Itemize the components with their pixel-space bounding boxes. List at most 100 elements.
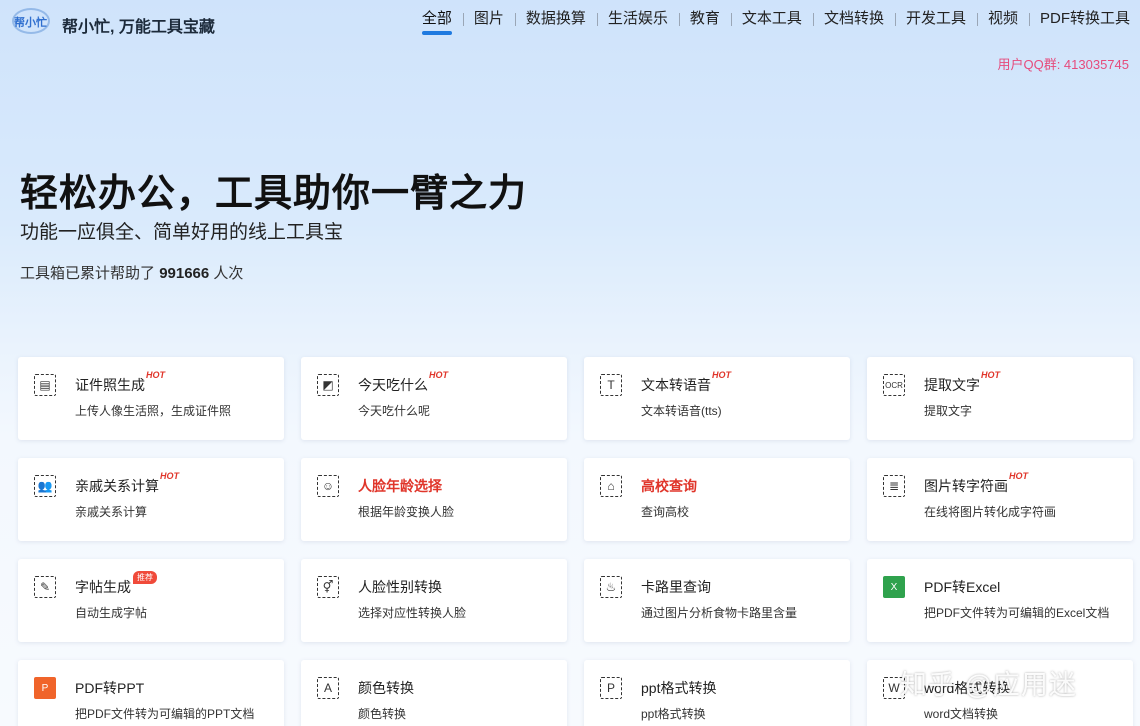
tool-description: word文档转换 — [924, 707, 999, 721]
qq-group-link[interactable]: 用户QQ群: 413035745 — [997, 54, 1129, 73]
tool-name-text: PDF转Excel — [924, 579, 1001, 595]
tool-description: 自动生成字帖 — [75, 606, 148, 620]
tool-description: 颜色转换 — [358, 707, 407, 721]
tool-name: ppt格式转换 — [641, 678, 716, 698]
tool-description: 把PDF文件转为可编辑的Excel文档 — [924, 606, 1110, 620]
nav-item[interactable]: 文本工具 — [730, 9, 813, 29]
tool-card[interactable]: ⌂ 高校查询查询高校 — [584, 458, 850, 541]
hot-badge: HOT — [712, 370, 731, 380]
site-title[interactable]: 帮小忙, 万能工具宝藏 — [62, 13, 215, 37]
gender-swap-icon: ⚥ — [317, 576, 339, 598]
tool-description: ppt格式转换 — [641, 707, 706, 721]
hot-badge: HOT — [160, 471, 179, 481]
color-convert-icon: A — [317, 677, 339, 699]
ppt-format-icon: P — [600, 677, 622, 699]
hot-badge: HOT — [981, 370, 1000, 380]
watermark: 知乎 @应用迷 — [900, 670, 1077, 700]
tool-card[interactable]: ☺ 人脸年龄选择 根据年龄变换人脸 — [301, 458, 567, 541]
tool-name-text: 证件照生成 — [75, 377, 145, 393]
tool-name: 卡路里查询 — [641, 577, 711, 597]
tool-name-text: 高校查询 — [641, 478, 697, 494]
calorie-icon: ♨ — [600, 576, 622, 598]
tool-description: 把PDF文件转为可编辑的PPT文档 — [75, 707, 255, 721]
recommend-badge: 推荐 — [133, 571, 157, 584]
pdf-excel-icon: X — [883, 576, 905, 598]
tool-name-text: 图片转字符画 — [924, 478, 1008, 494]
tool-name: 文本转语音HOT — [641, 370, 731, 395]
usage-counter-value: 991666 — [159, 265, 210, 282]
tool-name: 今天吃什么HOT — [358, 370, 448, 395]
tool-description: 今天吃什么呢 — [358, 404, 431, 418]
tool-description: 上传人像生活照，生成证件照 — [75, 404, 232, 418]
tool-name-text: ppt格式转换 — [641, 680, 717, 696]
tool-name-text: 文本转语音 — [641, 377, 711, 393]
tool-name: PDF转Excel — [924, 577, 1000, 597]
nav-item[interactable]: 生活娱乐 — [596, 9, 679, 29]
hero-subtitle: 功能一应俱全、简单好用的线上工具宝 — [20, 222, 344, 243]
tool-card[interactable]: ▤ 证件照生成HOT 上传人像生活照，生成证件照 — [18, 357, 284, 440]
tool-card[interactable]: ⚥ 人脸性别转换 选择对应性转换人脸 — [301, 559, 567, 642]
copybook-icon: ✎ — [34, 576, 56, 598]
tool-name: 颜色转换 — [358, 678, 414, 698]
nav-item[interactable]: 教育 — [678, 9, 731, 29]
tool-name: PDF转PPT — [75, 678, 144, 698]
tool-name-text: 今天吃什么 — [358, 377, 428, 393]
tool-card[interactable]: ≣ 图片转字符画HOT 在线将图片转化成字符画 — [867, 458, 1133, 541]
tool-card[interactable]: ◩ 今天吃什么HOT 今天吃什么呢 — [301, 357, 567, 440]
tool-name: 字帖生成推荐 — [75, 571, 157, 597]
tool-card[interactable]: X PDF转Excel 把PDF文件转为可编辑的Excel文档 — [867, 559, 1133, 642]
school-icon: ⌂ — [600, 475, 622, 497]
site-logo[interactable]: 帮小忙 — [12, 6, 50, 36]
hot-badge: HOT — [429, 370, 448, 380]
tool-description: 在线将图片转化成字符画 — [924, 505, 1057, 519]
nav-item[interactable]: 全部 — [411, 9, 463, 35]
tool-name: 人脸性别转换 — [358, 577, 442, 597]
nav-item[interactable]: 视频 — [976, 9, 1029, 29]
pdf-ppt-icon: P — [34, 677, 56, 699]
tool-card[interactable]: ✎ 字帖生成推荐自动生成字帖 — [18, 559, 284, 642]
hero-title: 轻松办公，工具助你一臂之力 — [20, 173, 528, 215]
tool-name-text: 亲戚关系计算 — [75, 478, 159, 494]
tool-card[interactable]: T 文本转语音HOT 文本转语音(tts) — [584, 357, 850, 440]
nav-item[interactable]: 开发工具 — [894, 9, 977, 29]
tool-description: 通过图片分析食物卡路里含量 — [641, 606, 798, 620]
hot-badge: HOT — [146, 370, 165, 380]
tool-name-text: PDF转PPT — [75, 680, 145, 696]
tool-name: 亲戚关系计算HOT — [75, 471, 179, 496]
tool-card[interactable]: P PDF转PPT 把PDF文件转为可编辑的PPT文档 — [18, 660, 284, 726]
tool-name-text: 人脸年龄选择 — [358, 478, 442, 494]
usage-counter-suffix: 人次 — [213, 265, 244, 282]
tool-card[interactable]: Pppt格式转换 ppt格式转换 — [584, 660, 850, 726]
nav-item[interactable]: 文档转换 — [812, 9, 895, 29]
tool-description: 查询高校 — [641, 505, 690, 519]
tool-card[interactable]: OCR 提取文字HOT 提取文字 — [867, 357, 1133, 440]
nav-item[interactable]: 图片 — [462, 9, 515, 29]
tool-name: 人脸年龄选择 — [358, 476, 442, 496]
text-to-speech-icon: T — [600, 374, 622, 396]
face-age-icon: ☺ — [317, 475, 339, 497]
tool-name: 图片转字符画HOT — [924, 471, 1028, 496]
usage-counter: 工具箱已累计帮助了 991666 人次 — [20, 262, 243, 283]
relatives-icon: 👥 — [34, 475, 56, 497]
id-card-icon: ▤ — [34, 374, 56, 396]
tool-name-text: 字帖生成 — [75, 579, 131, 595]
nav-item[interactable]: PDF转换工具 — [1028, 9, 1130, 29]
food-icon: ◩ — [317, 374, 339, 396]
main-nav: 全部 图片 数据换算 生活娱乐 教育 文本工具 文档转换 开发工具 视频 PDF转换工具 — [411, 9, 1130, 35]
tool-name-text: 颜色转换 — [358, 680, 414, 696]
nav-item[interactable]: 数据换算 — [514, 9, 597, 29]
tool-description: 亲戚关系计算 — [75, 505, 148, 519]
tool-name-text: 卡路里查询 — [641, 579, 711, 595]
usage-counter-prefix: 工具箱已累计帮助了 — [20, 265, 156, 282]
tool-card[interactable]: A 颜色转换 颜色转换 — [301, 660, 567, 726]
tool-description: 文本转语音(tts) — [641, 404, 722, 418]
tool-name: 证件照生成HOT — [75, 370, 165, 395]
hot-badge: HOT — [1009, 471, 1028, 481]
tool-name-text: 人脸性别转换 — [358, 579, 442, 595]
ascii-art-icon: ≣ — [883, 475, 905, 497]
tool-card[interactable]: 👥 亲戚关系计算HOT 亲戚关系计算 — [18, 458, 284, 541]
tool-name: 提取文字HOT — [924, 370, 1000, 395]
tool-name-text: 提取文字 — [924, 377, 980, 393]
tool-card[interactable]: ♨ 卡路里查询通过图片分析食物卡路里含量 — [584, 559, 850, 642]
top-navigation-bar: 帮小忙 帮小忙, 万能工具宝藏 全部 图片 数据换算 生活娱乐 教育 文本工具 文档转换 开发… — [0, 0, 1140, 44]
